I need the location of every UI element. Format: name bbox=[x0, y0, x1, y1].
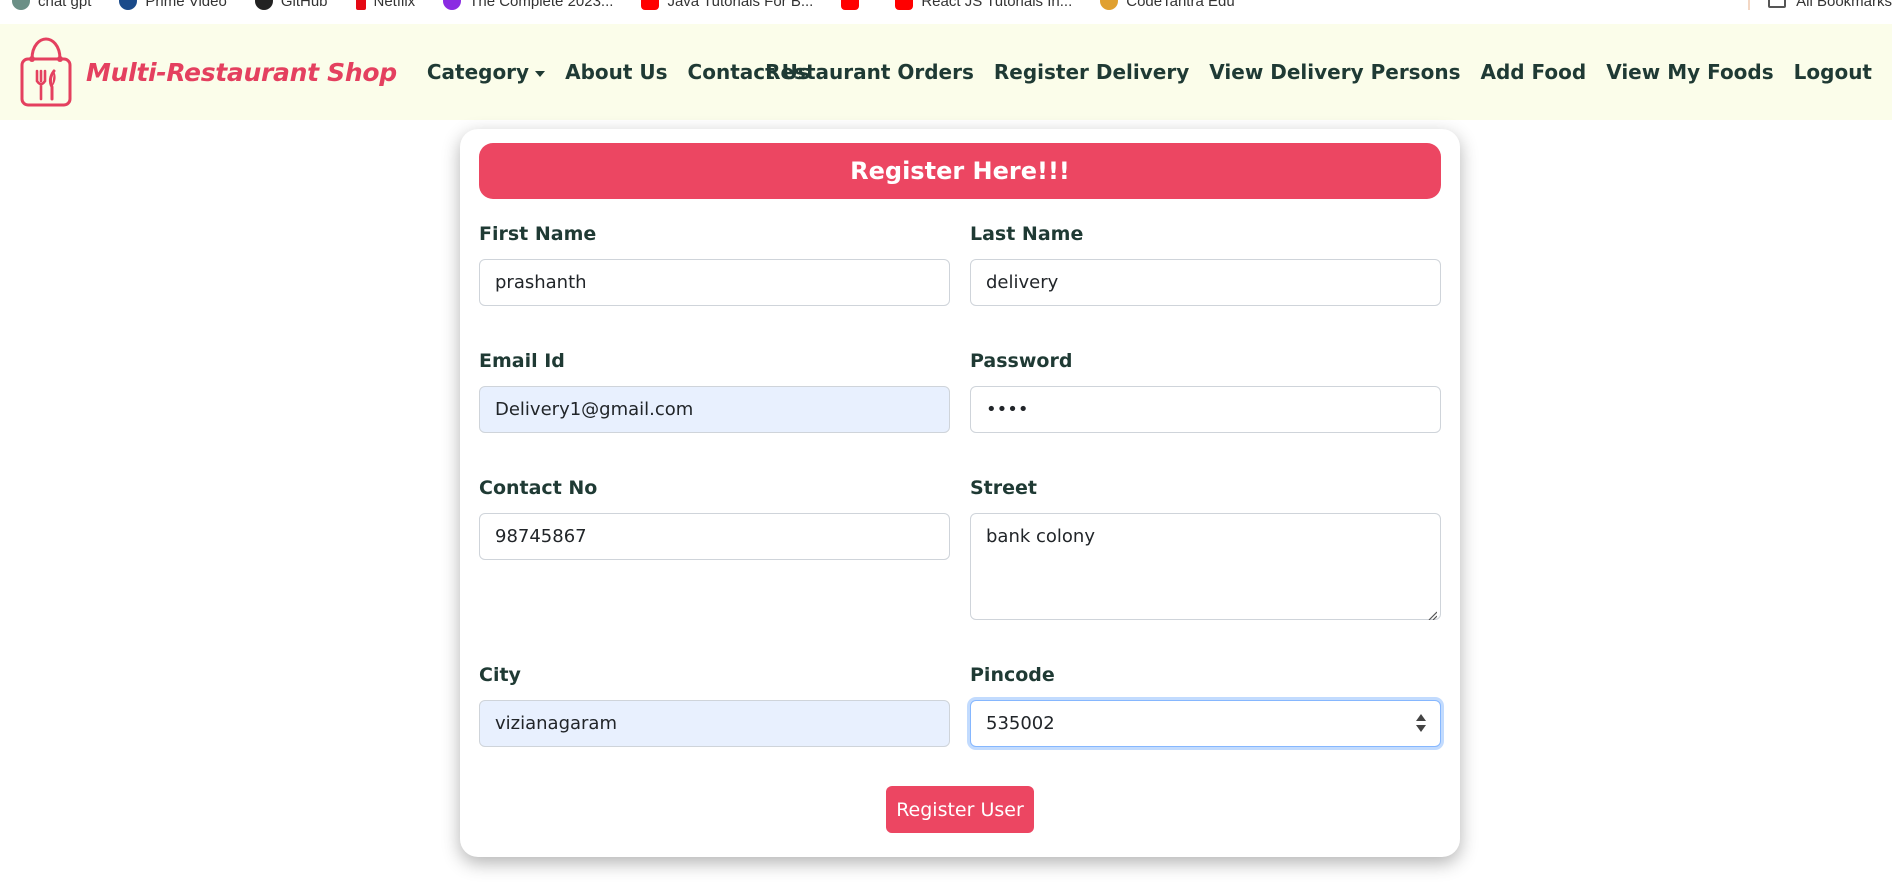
last-name-group: Last Name bbox=[970, 223, 1441, 306]
password-label: Password bbox=[970, 350, 1073, 372]
bookmark-label: Prime Video bbox=[145, 0, 227, 10]
navbar: Multi-Restaurant Shop Category About Us … bbox=[0, 24, 1892, 120]
nav-view-delivery-persons[interactable]: View Delivery Persons bbox=[1209, 60, 1460, 84]
bookmarks-separator bbox=[1748, 0, 1751, 10]
spinner-up-icon[interactable] bbox=[1416, 714, 1426, 721]
bookmark-chatgpt[interactable]: chat gpt bbox=[12, 0, 91, 10]
bookmarks-bar: chat gpt Prime Video GitHub Netflix The … bbox=[0, 0, 1892, 24]
bookmark-complete-2023[interactable]: The Complete 2023... bbox=[443, 0, 613, 10]
resize-grip-icon[interactable] bbox=[1427, 610, 1437, 620]
bookmark-label: CodeTantra Edu bbox=[1126, 0, 1235, 10]
bookmark-label: Java Tutorials For B... bbox=[667, 0, 814, 10]
bookmark-youtube[interactable] bbox=[841, 0, 867, 10]
contact-input[interactable] bbox=[479, 513, 950, 560]
codetantra-icon bbox=[1100, 0, 1119, 10]
bookmark-github[interactable]: GitHub bbox=[254, 0, 328, 10]
pincode-group: Pincode bbox=[970, 664, 1441, 747]
street-textarea[interactable]: bank colony bbox=[970, 513, 1441, 620]
spinner-down-icon[interactable] bbox=[1416, 725, 1426, 732]
bookmark-label: GitHub bbox=[280, 0, 328, 10]
register-user-button[interactable]: Register User bbox=[886, 786, 1034, 833]
nav-register-delivery[interactable]: Register Delivery bbox=[994, 60, 1189, 84]
pincode-label: Pincode bbox=[970, 664, 1055, 686]
last-name-label: Last Name bbox=[970, 223, 1084, 245]
brand[interactable]: Multi-Restaurant Shop bbox=[18, 35, 397, 109]
chatgpt-icon bbox=[12, 0, 30, 10]
brand-name: Multi-Restaurant Shop bbox=[86, 57, 397, 87]
first-name-label: First Name bbox=[479, 223, 597, 245]
street-group: Street bank colony bbox=[970, 477, 1441, 624]
register-card: Register Here!!! First Name Last Name Em… bbox=[460, 129, 1460, 857]
pincode-input[interactable] bbox=[970, 700, 1441, 747]
bookmark-prime-video[interactable]: Prime Video bbox=[119, 0, 227, 10]
email-group: Email Id bbox=[479, 350, 950, 433]
github-icon bbox=[254, 0, 273, 10]
bookmark-label: Netflix bbox=[373, 0, 416, 10]
shopping-bag-utensils-icon bbox=[20, 37, 72, 107]
prime-video-icon bbox=[119, 0, 138, 10]
first-name-group: First Name bbox=[479, 223, 950, 306]
youtube-icon bbox=[641, 0, 660, 10]
street-wrapper: bank colony bbox=[970, 513, 1441, 624]
youtube-icon bbox=[895, 0, 914, 10]
bookmark-react-tutorials[interactable]: React JS Tutorials In... bbox=[895, 0, 1072, 10]
bookmark-codetantra[interactable]: CodeTantra Edu bbox=[1100, 0, 1235, 10]
bookmark-label: chat gpt bbox=[38, 0, 92, 10]
nav-category-dropdown[interactable]: Category bbox=[426, 60, 546, 84]
nav-right: Restaurant Orders Register Delivery View… bbox=[755, 24, 1882, 120]
contact-group: Contact No bbox=[479, 477, 950, 560]
last-name-input[interactable] bbox=[970, 259, 1441, 306]
nav-add-food[interactable]: Add Food bbox=[1480, 60, 1586, 84]
city-group: City bbox=[479, 664, 950, 747]
nav-logout[interactable]: Logout bbox=[1794, 60, 1872, 84]
password-group: Password bbox=[970, 350, 1441, 433]
youtube-icon bbox=[841, 0, 860, 10]
netflix-icon bbox=[355, 0, 366, 10]
all-bookmarks-label: All Bookmarks bbox=[1796, 0, 1892, 10]
city-label: City bbox=[479, 664, 521, 686]
contact-label: Contact No bbox=[479, 477, 598, 499]
street-label: Street bbox=[970, 477, 1037, 499]
pincode-wrapper bbox=[970, 700, 1441, 747]
bookmark-label: The Complete 2023... bbox=[469, 0, 614, 10]
password-input[interactable] bbox=[970, 386, 1441, 433]
number-spinner[interactable] bbox=[1415, 712, 1427, 736]
email-input[interactable] bbox=[479, 386, 950, 433]
email-label: Email Id bbox=[479, 350, 565, 372]
nav-view-my-foods[interactable]: View My Foods bbox=[1606, 60, 1773, 84]
card-title: Register Here!!! bbox=[479, 143, 1441, 199]
bookmark-java-tutorials[interactable]: Java Tutorials For B... bbox=[641, 0, 813, 10]
city-input[interactable] bbox=[479, 700, 950, 747]
nav-category-label: Category bbox=[426, 60, 530, 84]
bookmark-netflix[interactable]: Netflix bbox=[355, 0, 416, 10]
all-bookmarks[interactable]: All Bookmarks bbox=[1748, 0, 1892, 10]
first-name-input[interactable] bbox=[479, 259, 950, 306]
bookmark-label: React JS Tutorials In... bbox=[921, 0, 1073, 10]
course-icon bbox=[443, 0, 462, 10]
folder-icon bbox=[1768, 0, 1787, 8]
caret-down-icon bbox=[535, 70, 546, 77]
nav-restaurant-orders[interactable]: Restaurant Orders bbox=[765, 60, 974, 84]
nav-about-us[interactable]: About Us bbox=[565, 60, 667, 84]
